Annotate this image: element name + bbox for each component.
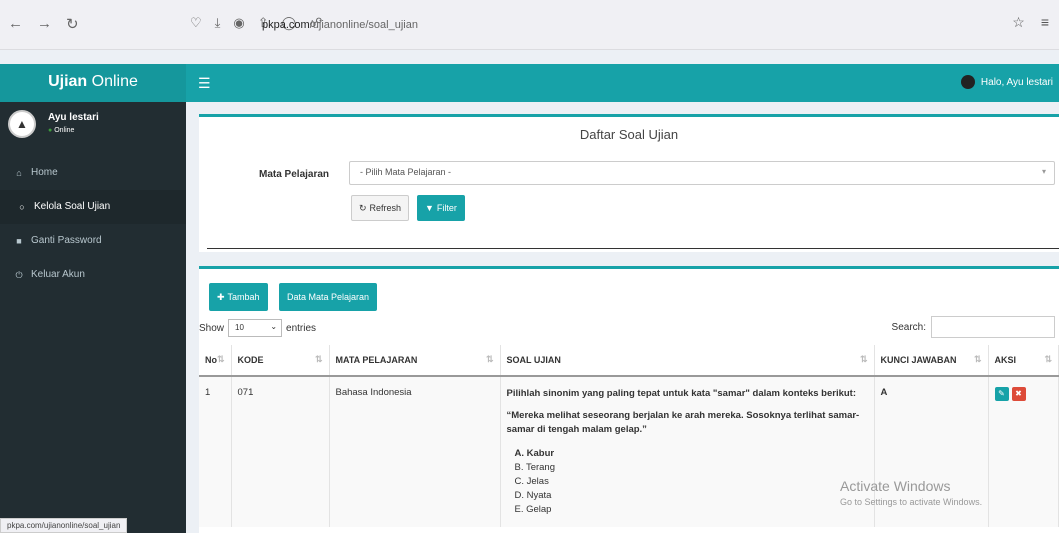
divider [207,248,1059,249]
sidebar-item-ganti-password[interactable]: ■ Ganti Password [0,224,186,258]
chevron-down-icon: ▾ [1041,167,1046,176]
filter-icon: ▼ [425,203,434,213]
column-header-no[interactable]: No ⇅ [199,345,232,377]
column-header-aksi[interactable]: AKSI ⇅ [988,345,1059,377]
sidebar-item-label: Home [31,167,58,178]
sort-icon: ⇅ [216,354,225,364]
search-label: Search: [891,321,926,333]
sidebar-item-label: Kelola Soal Ujian [34,201,111,212]
avatar: ▲ [8,110,36,138]
soal-question: Pilihlah sinonim yang paling tepat untuk… [506,388,857,399]
browser-toolbar: ← → ↻ ♡ ⤓ ◉ ⇧ ◯ ☍ pkpa.com/ujianonline/s… [0,0,1059,50]
soal-options: A. Kabur B. Terang C. Jelas D. Nyata E. … [507,447,868,517]
option-c: C. Jelas [514,476,549,487]
sidebar-item-home[interactable]: ⌂ Home [0,156,186,190]
column-header-soal[interactable]: SOAL UJIAN ⇅ [500,345,875,377]
pocket-icon[interactable]: ♡ [190,15,202,31]
cell-mapel: Bahasa Indonesia [329,376,501,527]
sort-icon: ⇅ [314,354,323,364]
address-bar[interactable]: pkpa.com/ujianonline/soal_ujian [262,19,418,31]
chevron-down-icon: ⌄ [270,322,278,331]
user-avatar-icon [960,75,975,89]
menu-icon[interactable]: ≡ [1041,14,1049,31]
data-mapel-label: Data Mata Pelajaran [287,292,370,302]
tambah-label: Tambah [227,292,260,302]
refresh-label: Refresh [369,203,402,213]
watermark-line2: Go to Settings to activate Windows. [840,497,983,507]
bookmark-star-icon[interactable]: ☆ [1012,14,1025,31]
edit-icon[interactable]: ✎ [994,387,1009,401]
option-e: E. Gelap [514,504,552,515]
sort-icon: ⇅ [859,354,868,364]
sidebar-item-keluar[interactable]: ⏻ Keluar Akun [0,258,186,292]
refresh-button[interactable]: ↻ Refresh [351,195,410,221]
page-title: Daftar Soal Ujian [579,127,679,142]
show-entries: Show 10 ⌄ entries [199,319,316,337]
data-mata-pelajaran-button[interactable]: Data Mata Pelajaran [279,283,378,311]
brand-bold: Ujian [48,73,88,90]
entries-value: 10 [235,323,244,332]
user-menu[interactable]: Halo, Ayu lestari [960,75,1053,89]
power-icon: ⏻ [15,270,23,280]
url-path: /ujianonline/soal_ujian [309,19,418,31]
cell-aksi: ✎ ✖ [988,376,1059,527]
search: Search: [892,316,1055,338]
plus-icon: ✚ [217,291,225,302]
cell-kode: 071 [231,376,330,527]
brand-rest: Online [87,73,138,90]
filter-box: Daftar Soal Ujian Mata Pelajaran - Pilih… [199,114,1059,252]
option-a: A. Kabur [514,448,555,459]
mata-pelajaran-label: Mata Pelajaran [259,169,330,180]
sidebar-toggle-icon[interactable]: ☰ [198,75,211,92]
user-greeting: Halo, Ayu lestari [980,76,1053,88]
refresh-icon: ↻ [359,202,367,213]
sidebar-user-name: Ayu lestari [48,112,99,123]
account-icon[interactable]: ◉ [233,15,244,31]
watermark-line1: Activate Windows [840,478,951,494]
column-header-mapel[interactable]: MATA PELAJARAN ⇅ [329,345,501,377]
download-icon[interactable]: ⤓ [215,15,221,31]
sort-icon: ⇅ [1044,354,1052,364]
soal-context: “Mereka melihat seseorang berjalan ke ar… [506,410,860,435]
filter-label: Filter [436,203,457,213]
search-input[interactable] [931,316,1055,338]
sort-icon: ⇅ [973,354,982,364]
status-bar-url: pkpa.com/ujianonline/soal_ujian [0,518,128,533]
brand-logo[interactable]: Ujian Online [0,64,186,102]
tambah-button[interactable]: ✚ Tambah [209,283,268,311]
circle-icon: ○ [19,202,25,212]
user-panel: ▲ Ayu lestari ● Online [0,102,186,156]
home-icon: ⌂ [16,168,22,178]
lock-icon: ■ [16,236,22,246]
mata-pelajaran-select[interactable]: - Pilih Mata Pelajaran - ▾ [349,161,1055,185]
trash-icon[interactable]: ✖ [1011,387,1026,401]
windows-watermark: Activate Windows Go to Settings to activ… [840,478,982,507]
filter-button[interactable]: ▼ Filter [417,195,465,221]
sort-icon: ⇅ [485,354,494,364]
sidebar-item-kelola-soal[interactable]: ○ Kelola Soal Ujian [0,190,186,224]
show-label: Show [199,322,225,334]
column-header-kunci[interactable]: KUNCI JAWABAN ⇅ [874,345,989,377]
reload-icon[interactable]: ↻ [66,15,79,33]
sidebar: ▲ Ayu lestari ● Online ⌂ Home ○ Kelola S… [0,102,186,533]
entries-select[interactable]: 10 ⌄ [228,319,283,337]
forward-arrow-icon[interactable]: → [37,15,52,33]
back-arrow-icon[interactable]: ← [8,15,23,33]
user-status-label: Online [54,127,75,134]
column-header-kode[interactable]: KODE ⇅ [231,345,330,377]
option-b: B. Terang [514,462,556,473]
url-domain: pkpa.com [262,19,310,31]
select-value: - Pilih Mata Pelajaran - [360,167,452,177]
cell-soal: Pilihlah sinonim yang paling tepat untuk… [500,376,875,527]
app-header: Ujian Online ☰ Halo, Ayu lestari [0,64,1059,102]
online-dot-icon: ● [48,127,53,134]
option-d: D. Nyata [514,490,552,501]
cell-no: 1 [199,376,232,527]
sidebar-item-label: Keluar Akun [31,269,85,280]
user-status: ● Online [48,127,74,134]
entries-label: entries [286,322,317,334]
sidebar-item-label: Ganti Password [31,235,102,246]
